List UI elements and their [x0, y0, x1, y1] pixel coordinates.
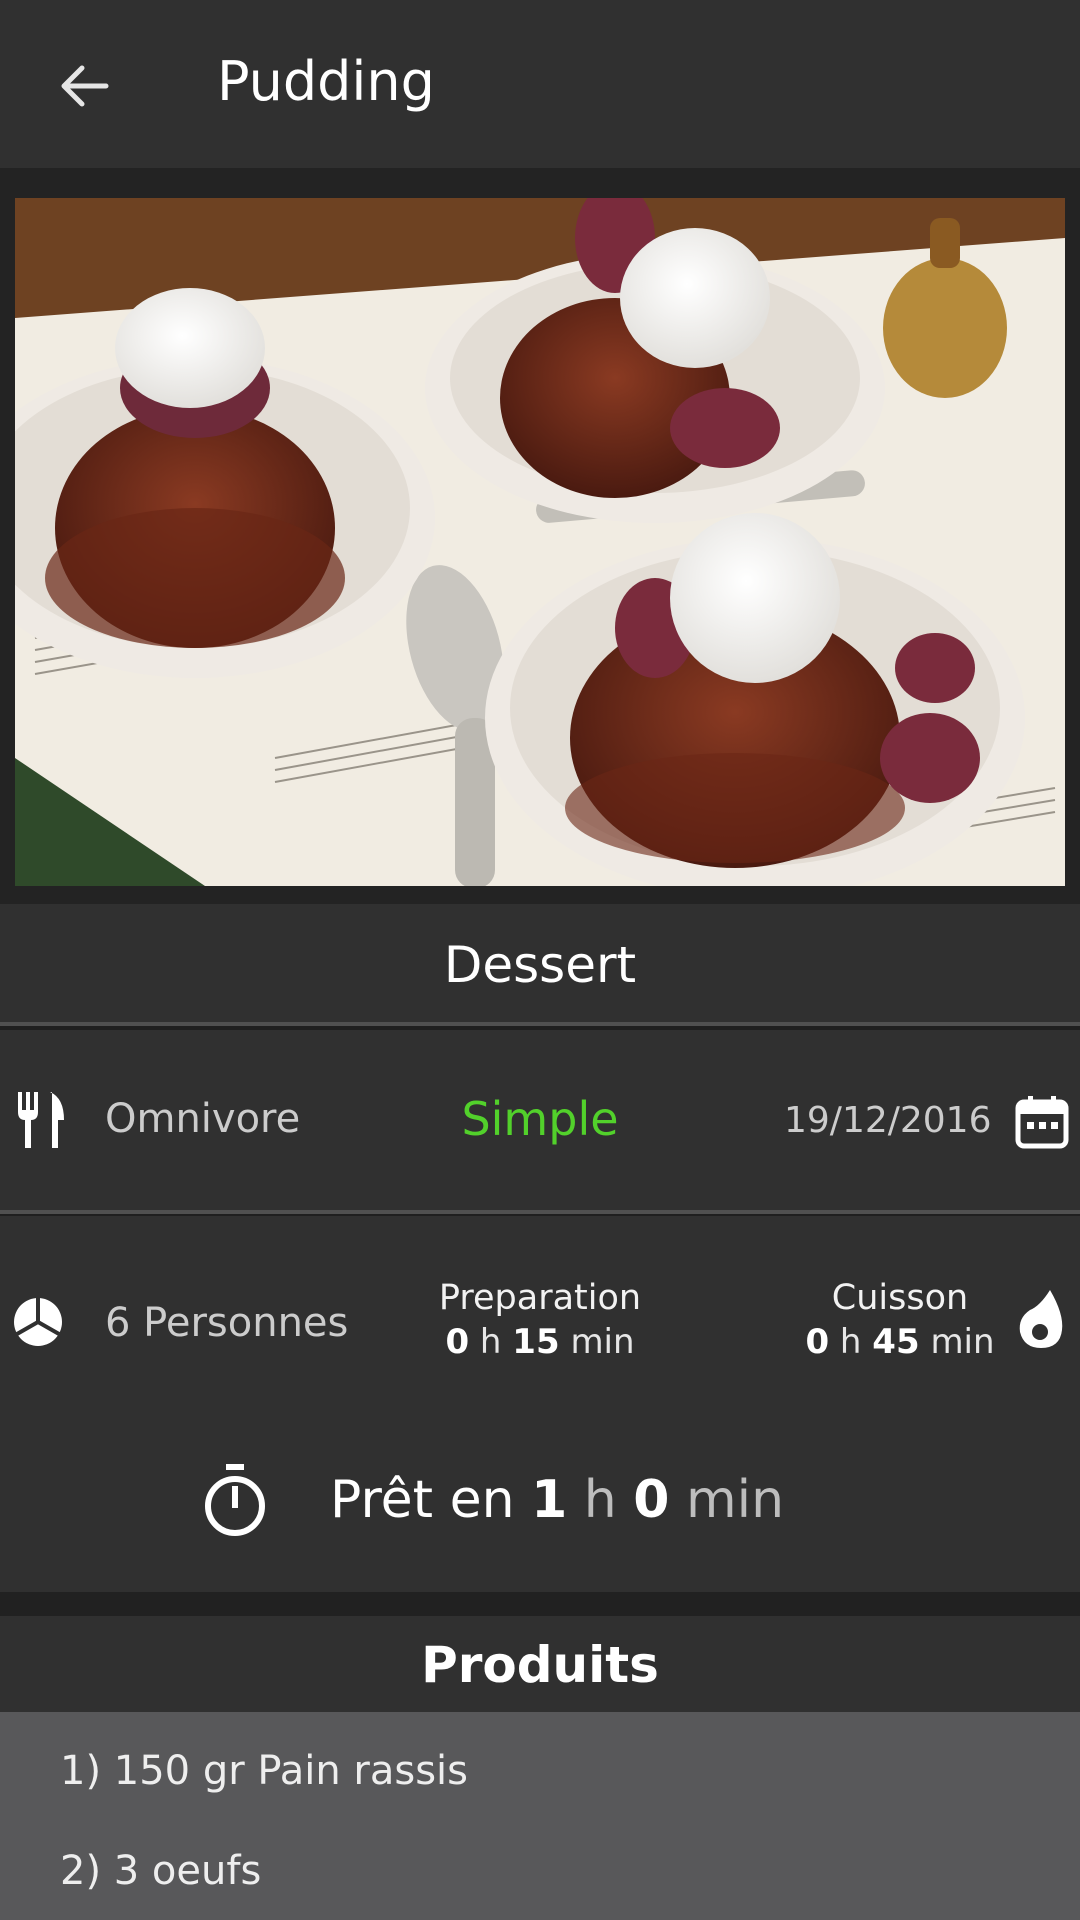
recipe-image-container	[0, 168, 1080, 904]
ready-hours: 1	[531, 1470, 568, 1530]
info-row-times: 6 Personnes Preparation 0 h 15 min Cuiss…	[0, 1216, 1080, 1592]
app-bar: Pudding	[0, 0, 1080, 168]
list-item[interactable]: 1) 150 gr Pain rassis	[60, 1748, 468, 1794]
difficulty-label: Simple	[461, 1092, 619, 1146]
servings-label: 6 Personnes	[105, 1300, 349, 1346]
unit-h: h	[839, 1322, 862, 1362]
ready-minutes: 0	[633, 1470, 670, 1530]
calendar-icon[interactable]	[1014, 1094, 1070, 1150]
arrow-back-icon	[56, 58, 112, 118]
ready-unit-min: min	[686, 1470, 785, 1530]
prep-time: 0 h 15 min	[370, 1322, 710, 1362]
page-title: Pudding	[217, 50, 435, 113]
unit-min: min	[930, 1322, 995, 1362]
list-item[interactable]: 2) 3 oeufs	[60, 1848, 261, 1894]
produits-title: Produits	[421, 1636, 659, 1694]
ready-unit-h: h	[583, 1470, 617, 1530]
category-section: Dessert	[0, 904, 1080, 1022]
prep-hours: 0	[445, 1322, 470, 1362]
back-button[interactable]	[40, 44, 128, 132]
category-label: Dessert	[443, 936, 637, 994]
timer-icon	[200, 1462, 270, 1538]
prep-block: Preparation 0 h 15 min	[370, 1278, 710, 1362]
divider	[0, 1022, 1080, 1026]
produits-header: Produits	[0, 1616, 1080, 1712]
ready-prefix: Prêt en	[330, 1470, 515, 1530]
fork-knife-icon	[12, 1090, 68, 1150]
divider	[0, 1210, 1080, 1214]
cook-minutes: 45	[872, 1322, 920, 1362]
flame-icon	[1016, 1288, 1066, 1350]
prep-minutes: 15	[512, 1322, 560, 1362]
produits-list: 1) 150 gr Pain rassis 2) 3 oeufs	[0, 1712, 1080, 1920]
cook-hours: 0	[805, 1322, 830, 1362]
date-label: 19/12/2016	[784, 1100, 992, 1141]
unit-h: h	[479, 1322, 502, 1362]
diet-label: Omnivore	[105, 1096, 301, 1142]
info-row-diet: Omnivore Simple 19/12/2016	[0, 1030, 1080, 1210]
pie-chart-icon	[12, 1296, 64, 1348]
section-gap	[0, 1592, 1080, 1616]
unit-min: min	[570, 1322, 635, 1362]
ready-time: Prêt en 1 h 0 min	[330, 1470, 784, 1530]
prep-title: Preparation	[438, 1278, 642, 1318]
pudding-photo	[15, 198, 1065, 886]
